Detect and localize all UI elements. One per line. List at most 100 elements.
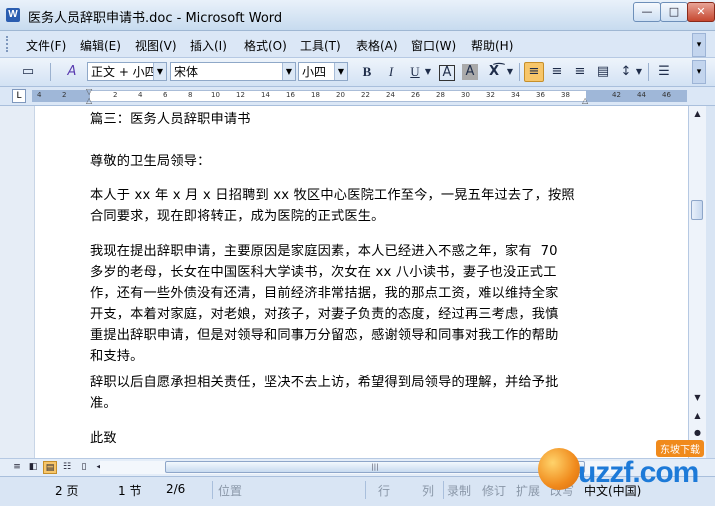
underline-button[interactable]: U: [405, 62, 425, 82]
ruler-tick: 44: [637, 91, 646, 99]
chevron-down-icon[interactable]: ▼: [282, 63, 295, 80]
font-size-combo[interactable]: 小四 ▼: [298, 62, 348, 81]
doc-line[interactable]: 开支，本着对家庭，对老娘，对孩子，对妻子负责的态度，经过再三考虑，我慎: [90, 304, 595, 325]
status-record[interactable]: 录制: [447, 482, 471, 499]
chevron-down-icon[interactable]: ▼: [505, 62, 515, 82]
menu-view[interactable]: 视图(V): [135, 37, 177, 54]
ruler-tick: 26: [411, 91, 420, 99]
menu-insert[interactable]: 插入(I): [190, 37, 227, 54]
horizontal-scroll-thumb[interactable]: |||: [165, 461, 585, 473]
chevron-down-icon[interactable]: ▼: [153, 63, 166, 80]
font-combo[interactable]: 宋体 ▼: [170, 62, 296, 81]
distribute-button[interactable]: ▤: [593, 62, 613, 82]
char-border-button[interactable]: A: [439, 65, 455, 81]
italic-button[interactable]: I: [381, 62, 401, 82]
menu-bar: 文件(F) 编辑(E) 视图(V) 插入(I) 格式(O) 工具(T) 表格(A…: [0, 31, 715, 58]
align-justify-button[interactable]: ≡: [524, 62, 544, 82]
menu-options-icon[interactable]: ▾: [692, 33, 706, 57]
chevron-down-icon[interactable]: ▼: [334, 63, 347, 80]
ruler-tick: 4: [138, 91, 143, 99]
toolbar-options-icon[interactable]: ▾: [692, 60, 706, 84]
doc-line[interactable]: 和支持。: [90, 346, 595, 367]
left-indent-marker[interactable]: △: [86, 96, 92, 105]
menu-edit[interactable]: 编辑(E): [80, 37, 121, 54]
scroll-up-icon[interactable]: ▲: [689, 106, 706, 122]
menu-table[interactable]: 表格(A): [356, 37, 398, 54]
ruler-tick: 28: [436, 91, 445, 99]
menu-tools[interactable]: 工具(T): [300, 37, 341, 54]
doc-line[interactable]: 篇三：医务人员辞职申请书: [90, 109, 595, 130]
menu-grip[interactable]: [6, 36, 11, 52]
status-revise[interactable]: 修订: [482, 482, 506, 499]
horizontal-ruler[interactable]: L 4 2 2 4 6 8 10 12 14 16 18 20 22 24 26…: [0, 87, 715, 106]
line-spacing-icon[interactable]: ↕: [616, 62, 636, 82]
menu-file[interactable]: 文件(F): [26, 37, 66, 54]
vertical-scroll-thumb[interactable]: [691, 200, 703, 220]
font-size-value: 小四: [302, 65, 327, 79]
document-page[interactable]: 篇三：医务人员辞职申请书 尊敬的卫生局领导： 本人于 xx 年 x 月 x 日招…: [0, 106, 688, 458]
doc-line[interactable]: 本人于 xx 年 x 月 x 日招聘到 xx 牧区中心医院工作至今，一晃五年过去…: [90, 185, 595, 206]
char-shading-button[interactable]: A: [462, 64, 478, 80]
close-button[interactable]: ✕: [687, 2, 715, 22]
vertical-scrollbar[interactable]: ▲ ▼ ▲ ● ▼: [688, 106, 706, 458]
maximize-button[interactable]: □: [660, 2, 688, 22]
styles-pane-icon[interactable]: A: [62, 62, 82, 82]
doc-line[interactable]: 作，还有一些外债没有还清，目前经济非常拮据，我的那点工资，难以维持全家: [90, 283, 595, 304]
menu-window[interactable]: 窗口(W): [411, 37, 456, 54]
status-divider: [443, 481, 444, 499]
scroll-down-icon[interactable]: ▼: [689, 390, 706, 406]
chevron-down-icon[interactable]: ▼: [634, 62, 644, 82]
doc-line[interactable]: 此致: [90, 428, 595, 449]
ruler-tick: 16: [286, 91, 295, 99]
doc-line[interactable]: 准。: [90, 393, 595, 414]
ruler-tick: 18: [311, 91, 320, 99]
first-line-indent-marker[interactable]: ▽: [86, 87, 92, 96]
previous-page-icon[interactable]: ▲: [689, 408, 706, 424]
ruler-tick: 36: [536, 91, 545, 99]
doc-line[interactable]: 合同要求，现在即将转正，成为医院的正式医生。: [90, 206, 595, 227]
watermark-badge: 东坡下载: [656, 440, 704, 457]
word-app-icon[interactable]: W: [6, 8, 20, 22]
char-scale-icon[interactable]: X͡: [484, 62, 504, 82]
browse-object-icon[interactable]: ●: [689, 425, 706, 441]
formatting-toolbar: ▭ A 正文 + 小四 ▼ 宋体 ▼ 小四 ▼ B I U ▼ A A X͡ ▼…: [0, 58, 715, 87]
menu-format[interactable]: 格式(O): [244, 37, 287, 54]
minimize-button[interactable]: —: [633, 2, 661, 22]
reading-view-icon[interactable]: ▯: [77, 461, 91, 474]
style-combo[interactable]: 正文 + 小四 ▼: [87, 62, 167, 81]
new-document-icon[interactable]: ▭: [18, 62, 38, 82]
ruler-tick: 2: [113, 91, 118, 99]
doc-line[interactable]: 重提出辞职申请，但是对领导和同事万分留恋，感谢领导和同事对我工作的帮助: [90, 325, 595, 346]
right-indent-marker[interactable]: △: [582, 96, 588, 105]
ruler-tick: 8: [188, 91, 193, 99]
status-section: 1 节: [118, 484, 142, 498]
status-extend[interactable]: 扩展: [516, 482, 540, 499]
doc-line[interactable]: 辞职以后自愿承担相关责任，坚决不去上访，希望得到局领导的理解，并给予批: [90, 372, 595, 393]
doc-line[interactable]: 我现在提出辞职申请，主要原因是家庭因素，本人已经进入不惑之年，家有 70: [90, 241, 595, 262]
status-page-of: 2/6: [166, 482, 186, 496]
outline-view-icon[interactable]: ☷: [60, 461, 74, 474]
align-center-button[interactable]: ≡: [547, 62, 567, 82]
ruler-tick: 2: [62, 91, 67, 99]
print-view-icon[interactable]: ▤: [43, 461, 57, 474]
watermark-text: uzzf.com: [578, 456, 699, 489]
toolbar-separator: [519, 63, 520, 81]
ruler-tick: 4: [37, 91, 42, 99]
uzzf-watermark-logo: uzzf.com 东坡下载: [538, 440, 715, 502]
align-right-button[interactable]: ≡: [570, 62, 590, 82]
ruler-tick: 10: [211, 91, 220, 99]
tab-selector[interactable]: L: [12, 89, 26, 103]
doc-line[interactable]: 多岁的老母，长女在中国医科大学读书，次女在 xx 八小读书，妻子也没正式工: [90, 262, 595, 283]
ruler-tick: 20: [336, 91, 345, 99]
web-view-icon[interactable]: ◧: [26, 461, 40, 474]
status-line: 行: [378, 484, 391, 498]
menu-help[interactable]: 帮助(H): [471, 37, 513, 54]
ruler-tick: 12: [236, 91, 245, 99]
toolbar-separator: [648, 63, 649, 81]
ruler-tick: 32: [486, 91, 495, 99]
numbering-icon[interactable]: ☰: [654, 62, 674, 82]
normal-view-icon[interactable]: ≡: [10, 461, 24, 474]
doc-line[interactable]: 尊敬的卫生局领导：: [90, 151, 595, 172]
chevron-down-icon[interactable]: ▼: [423, 62, 433, 82]
bold-button[interactable]: B: [357, 62, 377, 82]
